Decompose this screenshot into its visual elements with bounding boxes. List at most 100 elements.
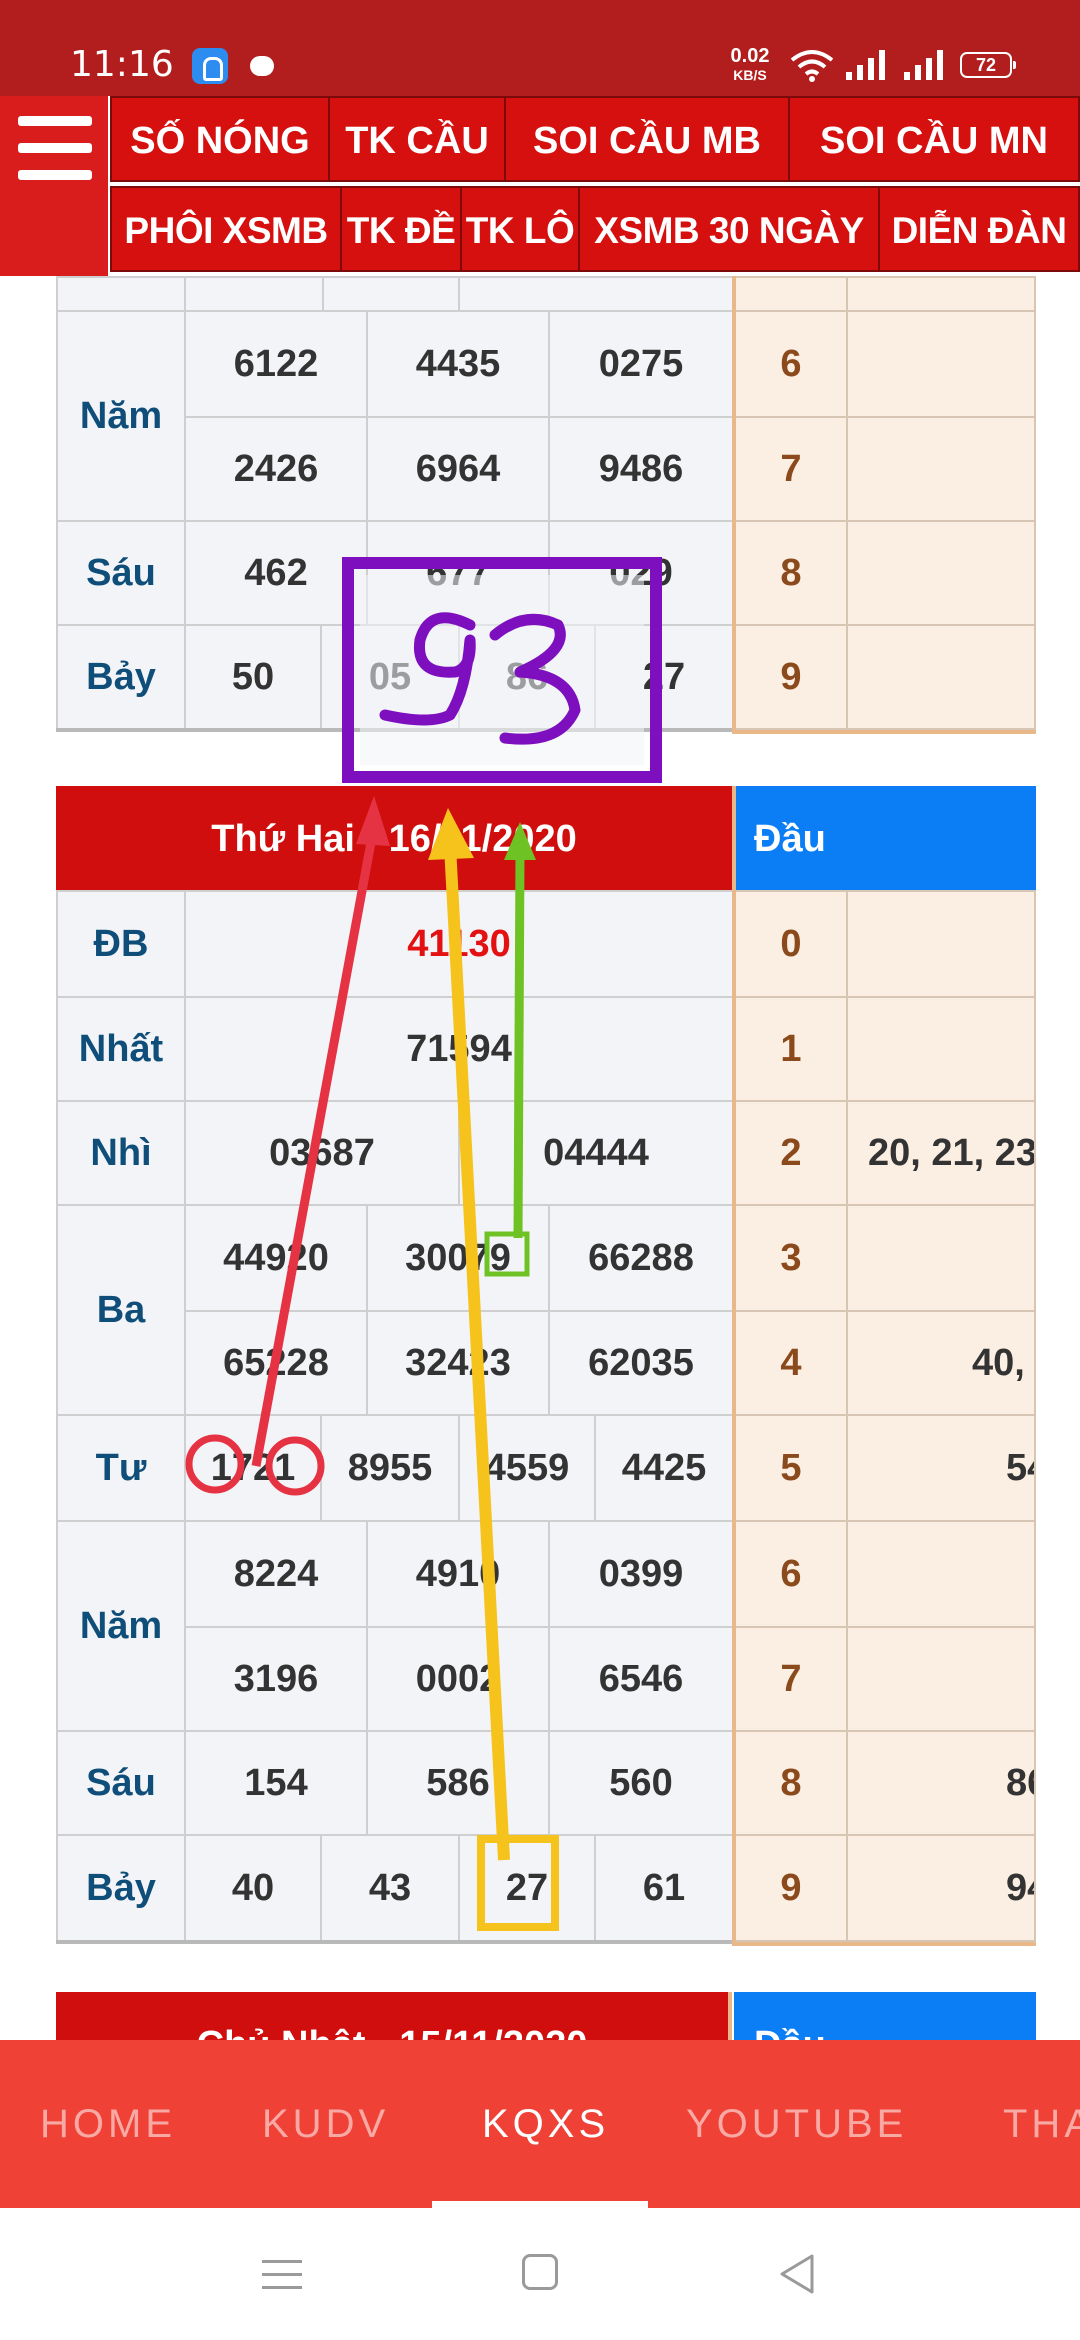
duoi-cell [846, 1520, 1036, 1628]
tab-kudv[interactable]: KUDV [262, 2040, 389, 2208]
recent-apps-icon[interactable] [262, 2258, 302, 2290]
duoi-cell: 54 [846, 1414, 1036, 1522]
prize-number: 586 [366, 1730, 550, 1836]
prize-number: 6964 [366, 416, 550, 522]
prize-number: 04444 [458, 1100, 734, 1206]
menu-item-tk-lo[interactable]: TK LÔ [460, 186, 580, 272]
dau-digit: 9 [734, 624, 848, 730]
hamburger-menu-button[interactable] [0, 96, 108, 276]
prize-number: 4425 [594, 1414, 734, 1522]
duoi-cell: 86 [846, 1730, 1036, 1836]
table-cell [458, 276, 734, 312]
duoi-cell: 20, 21, 23 [846, 1100, 1036, 1206]
menu-item-dien-dan[interactable]: DIỄN ĐÀN [878, 186, 1080, 272]
prize-number: 32423 [366, 1310, 550, 1416]
special-prize-number: 41130 [184, 890, 734, 998]
prize-number: 4559 [458, 1414, 596, 1522]
prize-number: 3196 [184, 1626, 368, 1732]
dau-digit: 0 [734, 890, 848, 998]
prize-label-bay: Bảy [56, 624, 186, 730]
table-divider [732, 786, 736, 1946]
prize-label-nhi: Nhì [56, 1100, 186, 1206]
prize-label-db: ĐB [56, 890, 186, 998]
prize-number: 154 [184, 1730, 368, 1836]
dau-digit: 4 [734, 1310, 848, 1416]
system-navigation-bar [0, 2208, 1080, 2340]
net-speed-value: 0.02 [730, 45, 770, 67]
prize-label-ba: Ba [56, 1204, 186, 1416]
chat-app-icon [250, 56, 274, 76]
duoi-cell [846, 890, 1036, 998]
prize-number: 6122 [184, 310, 368, 418]
tab-kqxs[interactable]: KQXS [482, 2040, 609, 2208]
tab-tha[interactable]: THA [1003, 2040, 1080, 2208]
prize-number: 71594 [184, 996, 734, 1102]
prize-number: 43 [320, 1834, 460, 1942]
prize-number: 0002 [366, 1626, 550, 1732]
tab-youtube[interactable]: YOUTUBE [686, 2040, 907, 2208]
prize-label-nam: Năm [56, 310, 186, 522]
status-bar: 11:16 0.02 KB/S 72 [0, 0, 1080, 96]
results-date-header: Thứ Hai - 16/11/2020 [56, 786, 732, 892]
signal-icon [846, 50, 885, 80]
dau-digit: 7 [734, 416, 848, 522]
prize-number: 2426 [184, 416, 368, 522]
table-cell [184, 276, 324, 312]
back-icon[interactable] [776, 2252, 816, 2296]
menu-item-so-nong[interactable]: SỐ NÓNG [110, 96, 330, 182]
prize-label-nhat: Nhất [56, 996, 186, 1102]
dau-digit: 8 [734, 1730, 848, 1836]
prize-number: 61 [594, 1834, 734, 1942]
menu-item-phoi-xsmb[interactable]: PHÔI XSMB [110, 186, 342, 272]
prize-number: 4910 [366, 1520, 550, 1628]
table-divider [732, 1942, 1036, 1946]
bottom-tab-bar: HOME KUDV KQXS YOUTUBE THA [0, 2040, 1080, 2208]
prize-number: 029 [548, 520, 734, 626]
prize-number: 6546 [548, 1626, 734, 1732]
menu-item-soi-cau-mn[interactable]: SOI CẦU MN [788, 96, 1080, 182]
prize-label-bay: Bảy [56, 1834, 186, 1942]
prize-label-sau: Sáu [56, 520, 186, 626]
status-time: 11:16 [70, 44, 174, 85]
duoi-cell [846, 1204, 1036, 1312]
prize-number: 66288 [548, 1204, 734, 1312]
prize-number: 40 [184, 1834, 322, 1942]
prize-number: 62035 [548, 1310, 734, 1416]
prize-number: 27 [458, 1834, 596, 1942]
tab-home[interactable]: HOME [40, 2040, 176, 2208]
home-icon[interactable] [522, 2254, 558, 2290]
menu-item-soi-cau-mb[interactable]: SOI CẦU MB [504, 96, 790, 182]
prize-label-sau: Sáu [56, 1730, 186, 1836]
menu-item-tk-de[interactable]: TK ĐỀ [340, 186, 462, 272]
dau-digit: 3 [734, 1204, 848, 1312]
dau-digit: 1 [734, 996, 848, 1102]
duoi-cell: 94 [846, 1834, 1036, 1942]
duoi-cell [846, 520, 1036, 626]
duoi-cell: 40, [846, 1310, 1036, 1416]
wifi-icon [790, 50, 834, 82]
results-date-header: Chủ Nhật - 15/11/2020 [56, 1992, 728, 2040]
duoi-cell [846, 310, 1036, 418]
prize-number: 8955 [320, 1414, 460, 1522]
signal-icon [904, 50, 943, 80]
prize-number: 86 [458, 624, 596, 730]
dau-header: Đầu [734, 786, 1036, 892]
table-cell [846, 276, 1036, 312]
results-scroll-area[interactable]: Năm 6122 4435 0275 2426 6964 9486 Sáu 46… [0, 276, 1080, 2040]
dau-header: Đầu [734, 1992, 1036, 2040]
prize-number: 1721 [184, 1414, 322, 1522]
duoi-cell [846, 416, 1036, 522]
prize-number: 27 [594, 624, 734, 730]
table-divider [56, 1940, 734, 1944]
prize-number: 44920 [184, 1204, 368, 1312]
dau-digit: 6 [734, 1520, 848, 1628]
table-divider [56, 728, 734, 732]
menu-item-tk-cau[interactable]: TK CẦU [328, 96, 506, 182]
prize-number: 9486 [548, 416, 734, 522]
menu-item-xsmb-30-ngay[interactable]: XSMB 30 NGÀY [578, 186, 880, 272]
net-speed: 0.02 KB/S [722, 46, 778, 82]
table-cell [322, 276, 460, 312]
table-cell [56, 276, 186, 312]
prize-number: 4435 [366, 310, 550, 418]
dau-digit: 9 [734, 1834, 848, 1942]
